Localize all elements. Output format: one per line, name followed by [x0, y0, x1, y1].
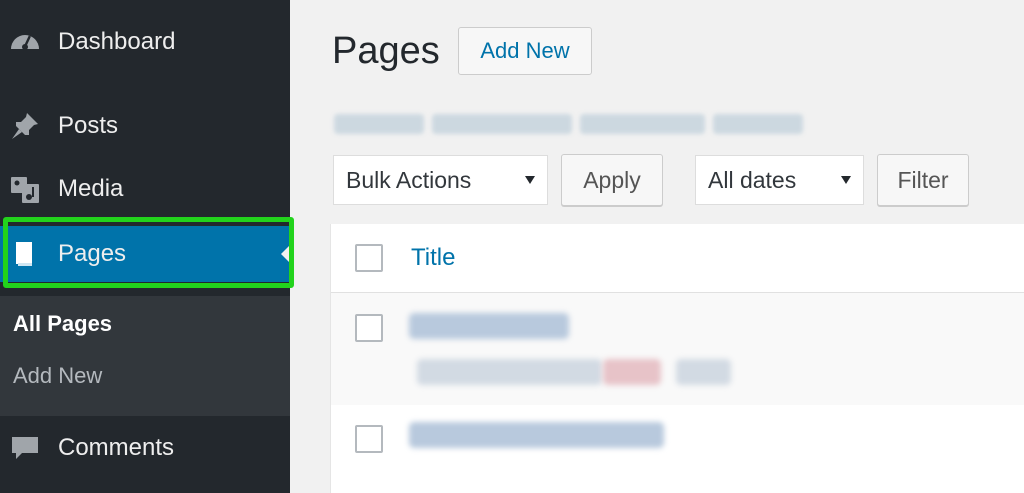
page-icon — [8, 237, 42, 271]
dropdown-arrow-icon — [525, 176, 535, 184]
sidebar-item-label: Posts — [58, 112, 119, 139]
media-icon — [8, 172, 42, 206]
blurred-page-title[interactable] — [409, 422, 664, 448]
view-filter-links — [334, 113, 824, 135]
table-row — [331, 293, 1024, 405]
apply-button[interactable]: Apply — [561, 154, 663, 206]
sidebar-item-label: Comments — [58, 434, 175, 461]
pages-submenu: All Pages Add New — [0, 296, 290, 416]
dates-select[interactable]: All dates — [695, 155, 864, 205]
admin-sidebar: Dashboard Posts Media Pages All Pages Ad… — [0, 0, 290, 493]
blurred-row-action[interactable] — [676, 359, 731, 385]
blurred-link[interactable] — [580, 114, 705, 134]
dates-value: All dates — [708, 166, 797, 193]
current-menu-arrow — [281, 245, 290, 263]
add-new-button[interactable]: Add New — [458, 27, 592, 75]
table-row — [331, 405, 1024, 493]
sidebar-item-comments[interactable]: Comments — [0, 420, 290, 476]
bulk-actions-value: Bulk Actions — [346, 166, 472, 193]
submenu-item-add-new[interactable]: Add New — [13, 363, 102, 389]
blurred-link[interactable] — [334, 114, 424, 134]
dashboard-icon — [8, 25, 42, 59]
sidebar-item-dashboard[interactable]: Dashboard — [0, 14, 290, 70]
row-checkbox[interactable] — [355, 425, 383, 453]
filter-button[interactable]: Filter — [877, 154, 969, 206]
pages-table: Title — [330, 224, 1024, 493]
title-column-header[interactable]: Title — [411, 244, 455, 272]
blurred-link[interactable] — [432, 114, 572, 134]
dropdown-arrow-icon — [841, 176, 851, 184]
sidebar-item-label: Dashboard — [58, 28, 176, 55]
sidebar-item-pages[interactable]: Pages — [0, 226, 290, 282]
blurred-link[interactable] — [713, 114, 803, 134]
page-title: Pages — [332, 30, 440, 72]
submenu-item-all-pages[interactable]: All Pages — [13, 311, 112, 337]
sidebar-item-media[interactable]: Media — [0, 161, 290, 217]
pin-icon — [8, 109, 42, 143]
bulk-actions-select[interactable]: Bulk Actions — [333, 155, 548, 205]
comment-icon — [8, 431, 42, 465]
blurred-row-action[interactable] — [417, 359, 602, 385]
sidebar-item-label: Media — [58, 175, 124, 202]
row-checkbox[interactable] — [355, 314, 383, 342]
sidebar-item-label: Pages — [58, 240, 127, 267]
select-all-checkbox[interactable] — [355, 244, 383, 272]
blurred-page-title[interactable] — [409, 313, 569, 339]
blurred-row-action[interactable] — [603, 359, 661, 385]
table-header: Title — [331, 224, 1024, 293]
sidebar-item-posts[interactable]: Posts — [0, 98, 290, 154]
